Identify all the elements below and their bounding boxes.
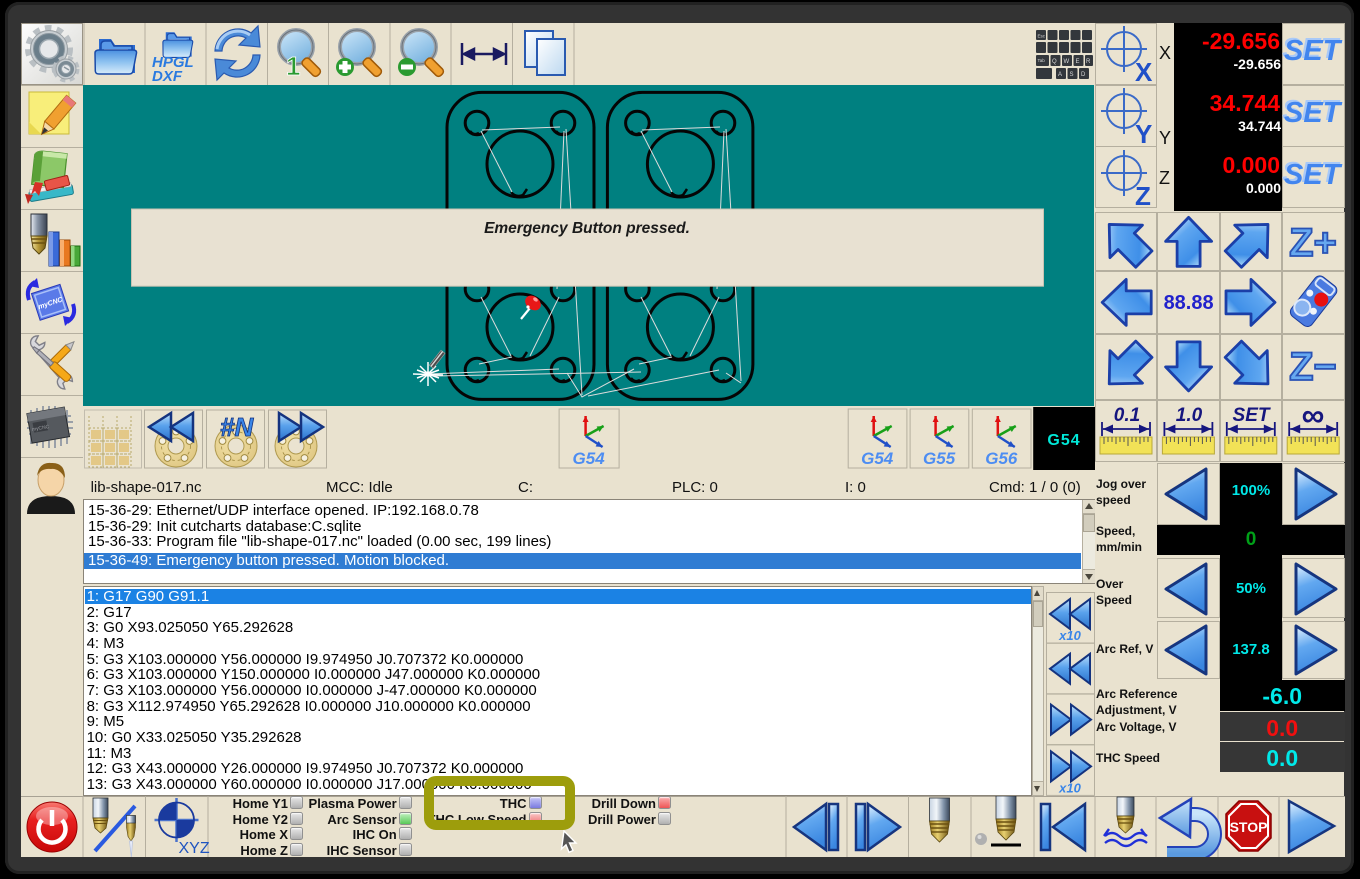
svg-text:Z: Z bbox=[1135, 181, 1151, 208]
svg-text:G54: G54 bbox=[1047, 432, 1080, 449]
svg-text:#N: #N bbox=[220, 412, 254, 442]
svg-text:x10: x10 bbox=[1058, 780, 1081, 795]
svg-text:Esc: Esc bbox=[1038, 34, 1046, 39]
svg-text:S: S bbox=[1070, 72, 1074, 78]
svg-text:Z+: Z+ bbox=[1289, 221, 1337, 265]
svg-text:A: A bbox=[1058, 72, 1062, 78]
svg-text:R: R bbox=[1086, 59, 1091, 65]
svg-text:STOP: STOP bbox=[1230, 819, 1268, 835]
svg-text:G54: G54 bbox=[861, 449, 894, 468]
svg-text:XYZ: XYZ bbox=[179, 840, 210, 857]
svg-text:1: 1 bbox=[286, 51, 300, 81]
svg-text:SET: SET bbox=[1233, 405, 1271, 426]
svg-text:W: W bbox=[1064, 59, 1070, 65]
svg-text:x10: x10 bbox=[1058, 628, 1081, 643]
svg-text:Emergency Button pressed.: Emergency Button pressed. bbox=[484, 220, 690, 237]
svg-text:G56: G56 bbox=[985, 449, 1018, 468]
svg-text:Y: Y bbox=[1135, 119, 1152, 149]
svg-text:DXF: DXF bbox=[152, 68, 183, 85]
svg-text:G55: G55 bbox=[923, 449, 956, 468]
svg-text:E: E bbox=[1076, 59, 1080, 65]
svg-text:Tab: Tab bbox=[1038, 58, 1046, 63]
svg-text:1.0: 1.0 bbox=[1176, 405, 1203, 426]
svg-text:G54: G54 bbox=[573, 449, 606, 468]
svg-text:0.1: 0.1 bbox=[1114, 405, 1140, 426]
svg-text:88.88: 88.88 bbox=[1164, 292, 1214, 314]
svg-text:X: X bbox=[1135, 57, 1153, 87]
svg-text:∞: ∞ bbox=[1302, 400, 1325, 433]
svg-text:Q: Q bbox=[1052, 59, 1057, 65]
svg-text:D: D bbox=[1081, 72, 1086, 78]
svg-text:Z−: Z− bbox=[1289, 345, 1337, 389]
